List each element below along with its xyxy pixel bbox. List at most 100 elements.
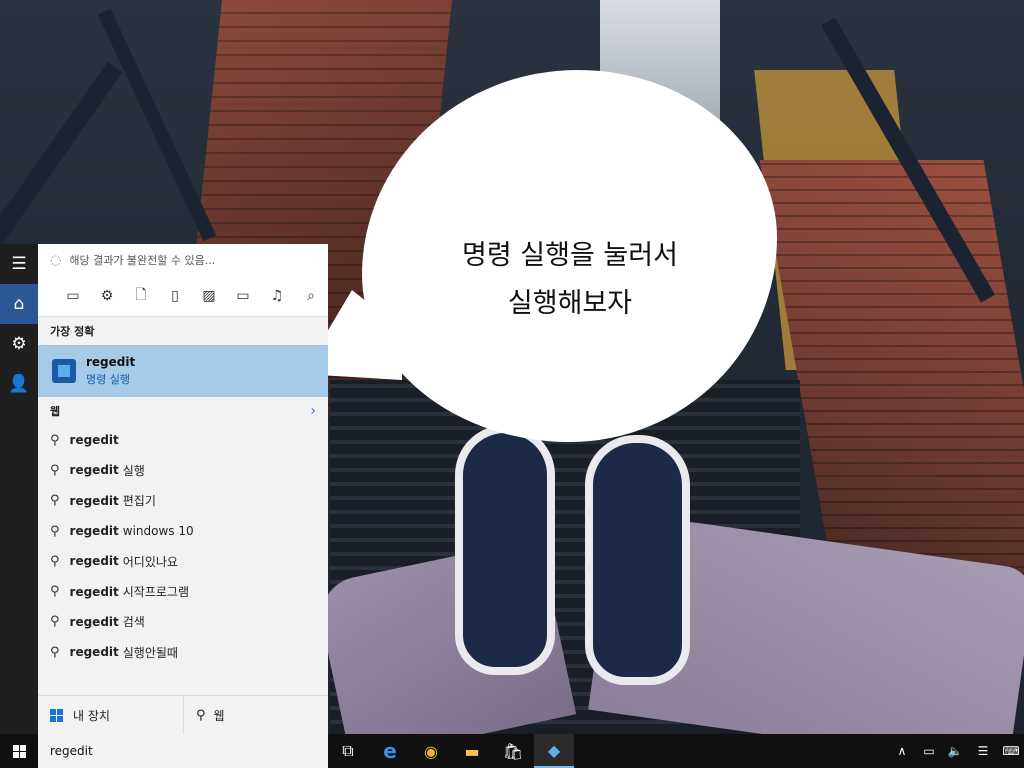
hamburger-menu-button[interactable]: ☰ (0, 244, 38, 284)
search-icon: ⚲ (50, 644, 60, 660)
hamburger-menu-icon: ☰ (11, 254, 27, 274)
suggestion-rest: 어디있나요 (122, 554, 178, 569)
search-icon: ⚲ (50, 553, 60, 569)
suggestion-query: regedit (69, 645, 119, 660)
search-filter-bar: ▭ ⚙ 🗋 ▯ ▨ ▭ ♫ ⌕ (38, 276, 328, 317)
apps-filter-icon[interactable]: ▭ (56, 288, 90, 304)
suggestion-query: regedit (69, 493, 119, 508)
web-suggestion[interactable]: ⚲ regedit 실행안될때 (38, 637, 328, 667)
search-icon: ⚲ (196, 707, 206, 723)
chevron-right-icon: › (310, 403, 316, 419)
videos-filter-icon[interactable]: ▭ (226, 288, 260, 304)
suggestion-rest: 편집기 (122, 494, 156, 509)
store-icon: 🛍 (502, 741, 524, 761)
edge-icon: e (383, 739, 397, 763)
web-suggestion[interactable]: ⚲ regedit (38, 425, 328, 455)
file-explorer-button[interactable]: ▬ (452, 734, 492, 768)
web-suggestion[interactable]: ⚲ regedit 어디있나요 (38, 546, 328, 576)
windows-logo-icon (12, 744, 26, 758)
store-button[interactable]: 🛍 (493, 734, 533, 768)
search-icon: ⚲ (50, 584, 60, 600)
web-suggestion[interactable]: ⚲ regedit 시작프로그램 (38, 576, 328, 606)
volume-button[interactable]: 🔈 (942, 734, 968, 768)
taskbar-search-box[interactable] (38, 734, 328, 768)
chevron-up-icon: ∧ (897, 744, 907, 758)
start-button[interactable] (0, 734, 38, 768)
music-filter-icon[interactable]: ♫ (260, 288, 294, 304)
best-match-title: regedit (86, 355, 136, 369)
web-suggestion[interactable]: ⚲ regedit 검색 (38, 607, 328, 637)
suggestion-rest: 시작프로그램 (122, 585, 190, 600)
chrome-button[interactable]: ◉ (411, 734, 451, 768)
suggestion-query: regedit (69, 614, 119, 629)
best-match-subtitle: 명령 실행 (86, 373, 130, 386)
suggestion-rest: windows 10 (122, 524, 194, 539)
taskbar: ⧉ e ◉ ▬ 🛍 ◆ ∧ ▭ 🔈 ☰ ⌨ (0, 734, 1024, 768)
speech-bubble-line-1: 명령 실행을 눌러서 (462, 240, 678, 271)
touch-keyboard-button[interactable]: ⌨ (998, 734, 1024, 768)
edge-button[interactable]: e (370, 734, 410, 768)
regedit-app-icon (52, 359, 76, 383)
suggestion-query: regedit (69, 584, 119, 599)
notice-text: 해당 결과가 불완전할 수 있음... (69, 254, 216, 267)
start-menu-rail: ☰ ⌂ ⚙ 👤 (0, 244, 38, 734)
regedit-taskbar-button[interactable]: ◆ (534, 734, 574, 768)
my-stuff-button[interactable]: 내 장치 (38, 696, 183, 734)
search-results-panel: ◌ 해당 결과가 불완전할 수 있음... ▭ ⚙ 🗋 ▯ ▨ ▭ ♫ ⌕ 가장… (38, 244, 328, 734)
suggestion-rest: 실행 (122, 463, 145, 478)
web-search-button[interactable]: ⚲ 웹 (183, 696, 328, 734)
file-explorer-icon: ▬ (464, 741, 480, 761)
wallpaper-railing (97, 8, 217, 242)
search-icon: ⚲ (50, 462, 60, 478)
web-filter-icon[interactable]: ⌕ (294, 288, 328, 304)
suggestion-rest: 실행안될때 (122, 645, 178, 660)
search-scope-bar: 내 장치 ⚲ 웹 (38, 695, 328, 734)
wallpaper-shoe-right (585, 435, 690, 685)
suggestion-query: regedit (69, 524, 119, 539)
feedback-button[interactable]: 👤 (0, 364, 38, 404)
incomplete-results-notice: ◌ 해당 결과가 불완전할 수 있음... (38, 244, 328, 276)
suggestion-query: regedit (69, 433, 119, 448)
web-section-header[interactable]: 웹 › (38, 397, 328, 425)
web-header-label: 웹 (50, 405, 61, 418)
battery-button[interactable]: ▭ (916, 734, 942, 768)
windows-logo-icon (50, 708, 63, 722)
task-view-button[interactable]: ⧉ (328, 734, 368, 768)
task-view-icon: ⧉ (342, 741, 354, 760)
web-suggestion[interactable]: ⚲ regedit windows 10 (38, 516, 328, 546)
loading-spinner-icon: ◌ (50, 252, 62, 268)
search-icon: ⚲ (50, 432, 60, 448)
gear-icon: ⚙ (11, 334, 27, 354)
search-input[interactable] (48, 743, 312, 759)
folders-filter-icon[interactable]: ▯ (158, 288, 192, 304)
web-suggestion[interactable]: ⚲ regedit 편집기 (38, 486, 328, 516)
photos-filter-icon[interactable]: ▨ (192, 288, 226, 304)
suggestion-query: regedit (69, 554, 119, 569)
chrome-icon: ◉ (424, 741, 438, 761)
settings-button[interactable]: ⚙ (0, 324, 38, 364)
wallpaper-shoe-left (455, 425, 555, 675)
battery-icon: ▭ (923, 744, 935, 758)
show-hidden-icons-button[interactable]: ∧ (890, 734, 914, 768)
suggestion-rest: 검색 (122, 615, 145, 630)
web-search-label: 웹 (213, 708, 225, 723)
best-match-item[interactable]: regedit 명령 실행 (38, 345, 328, 397)
keyboard-icon: ⌨ (1002, 744, 1020, 758)
search-icon: ⚲ (50, 523, 60, 539)
action-center-button[interactable]: ☰ (970, 734, 996, 768)
my-stuff-label: 내 장치 (73, 708, 110, 723)
action-center-icon: ☰ (977, 744, 989, 758)
home-button[interactable]: ⌂ (0, 284, 38, 324)
regedit-icon: ◆ (547, 740, 561, 760)
feedback-icon: 👤 (8, 374, 30, 394)
suggestion-query: regedit (69, 463, 119, 478)
settings-filter-icon[interactable]: ⚙ (90, 288, 124, 304)
volume-icon: 🔈 (947, 744, 963, 758)
best-match-header: 가장 정확 (50, 325, 95, 338)
home-icon: ⌂ (13, 294, 25, 314)
speech-bubble-text: 명령 실행을 눌러서 실행해보자 (380, 232, 760, 328)
web-suggestion[interactable]: ⚲ regedit 실행 (38, 455, 328, 485)
documents-filter-icon[interactable]: 🗋 (124, 284, 158, 308)
speech-bubble-line-2: 실행해보자 (507, 288, 633, 319)
search-icon: ⚲ (50, 493, 60, 509)
